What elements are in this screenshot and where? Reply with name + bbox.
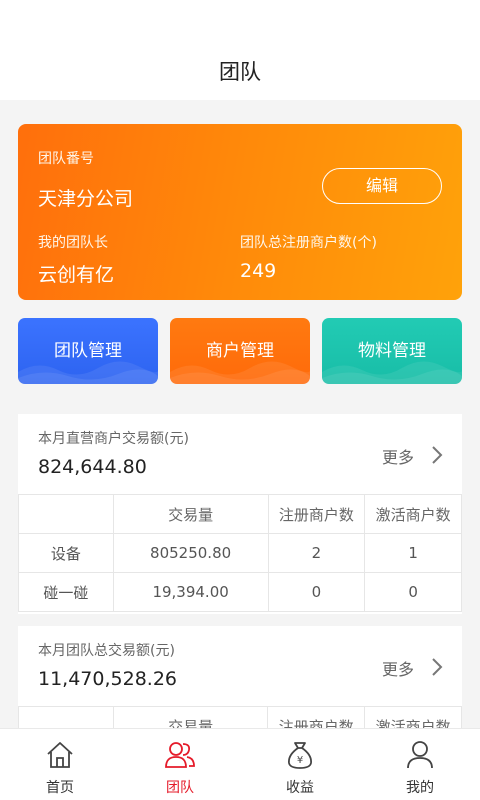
direct-merchant-stats-card: 本月直营商户交易额(元) 824,644.80 更多 交易量 注册商户数 激活商…: [18, 414, 462, 614]
direct-stats-caption: 本月直营商户交易额(元): [38, 431, 189, 447]
tab-team[interactable]: 团队: [120, 729, 240, 800]
table-cell: 19,394.00: [112, 572, 269, 612]
tab-mine-label: 我的: [406, 780, 434, 796]
team-total-caption: 本月团队总交易额(元): [38, 643, 175, 659]
more-link[interactable]: 更多: [382, 444, 414, 468]
team-id-label: 团队番号: [38, 151, 94, 167]
tab-income[interactable]: ¥ 收益: [240, 729, 360, 800]
chevron-right-icon[interactable]: [430, 657, 444, 677]
direct-stats-amount: 824,644.80: [38, 456, 147, 478]
table-header-cell: [18, 706, 114, 728]
direct-stats-table: 交易量 注册商户数 激活商户数 设备 805250.80 2 1 碰一碰 19,…: [18, 494, 462, 612]
team-total-stats-table: 交易量 注册商户数 激活商户数: [18, 706, 462, 728]
table-cell: 碰一碰: [18, 572, 114, 612]
table-header-row: 交易量 注册商户数 激活商户数: [18, 706, 462, 728]
table-row: 碰一碰 19,394.00 0 0: [18, 572, 462, 612]
team-info-card: 团队番号 天津分公司 编辑 我的团队长 云创有亿 团队总注册商户数(个) 249: [18, 124, 462, 300]
table-header-row: 交易量 注册商户数 激活商户数: [18, 494, 462, 534]
team-management-label: 团队管理: [54, 341, 122, 361]
team-icon: [165, 742, 195, 768]
table-header-cell: 激活商户数: [364, 494, 462, 534]
table-row: 设备 805250.80 2 1: [18, 533, 462, 573]
table-cell: 0: [267, 572, 366, 612]
more-link[interactable]: 更多: [382, 656, 414, 680]
team-management-button[interactable]: 团队管理: [18, 318, 158, 384]
tab-mine[interactable]: 我的: [360, 729, 480, 800]
table-cell: 设备: [18, 533, 114, 573]
team-total-stats-card: 本月团队总交易额(元) 11,470,528.26 更多 交易量 注册商户数 激…: [18, 626, 462, 728]
merchant-count-label: 团队总注册商户数(个): [240, 235, 377, 251]
table-header-cell: 激活商户数: [364, 706, 462, 728]
team-total-amount: 11,470,528.26: [38, 668, 178, 690]
table-cell: 2: [267, 533, 366, 573]
page-title: 团队: [219, 60, 261, 84]
merchant-management-label: 商户管理: [206, 341, 274, 361]
leader-label: 我的团队长: [38, 235, 108, 251]
tab-team-label: 团队: [166, 780, 194, 796]
merchant-count-value: 249: [240, 260, 277, 282]
bottom-tab-bar: 首页 团队 ¥ 收益 我的: [0, 728, 480, 800]
home-icon: [47, 742, 73, 768]
tab-home[interactable]: 首页: [0, 729, 120, 800]
table-cell: 1: [364, 533, 462, 573]
merchant-management-button[interactable]: 商户管理: [170, 318, 310, 384]
material-management-label: 物料管理: [358, 341, 426, 361]
table-cell: 805250.80: [112, 533, 269, 573]
tab-home-label: 首页: [46, 780, 74, 796]
team-id-value: 天津分公司: [38, 188, 134, 210]
table-header-cell: 交易量: [112, 706, 269, 728]
edit-button[interactable]: 编辑: [322, 168, 442, 204]
material-management-button[interactable]: 物料管理: [322, 318, 462, 384]
user-icon: [407, 741, 433, 769]
chevron-right-icon[interactable]: [430, 445, 444, 465]
table-cell: 0: [364, 572, 462, 612]
table-header-cell: 注册商户数: [267, 494, 366, 534]
table-header-cell: 交易量: [112, 494, 269, 534]
top-header: 团队: [0, 0, 480, 100]
tab-income-label: 收益: [286, 780, 314, 796]
leader-value: 云创有亿: [38, 264, 115, 286]
money-bag-icon: ¥: [288, 742, 312, 769]
table-header-cell: 注册商户数: [267, 706, 366, 728]
svg-text:¥: ¥: [297, 755, 303, 766]
table-header-cell: [18, 494, 114, 534]
